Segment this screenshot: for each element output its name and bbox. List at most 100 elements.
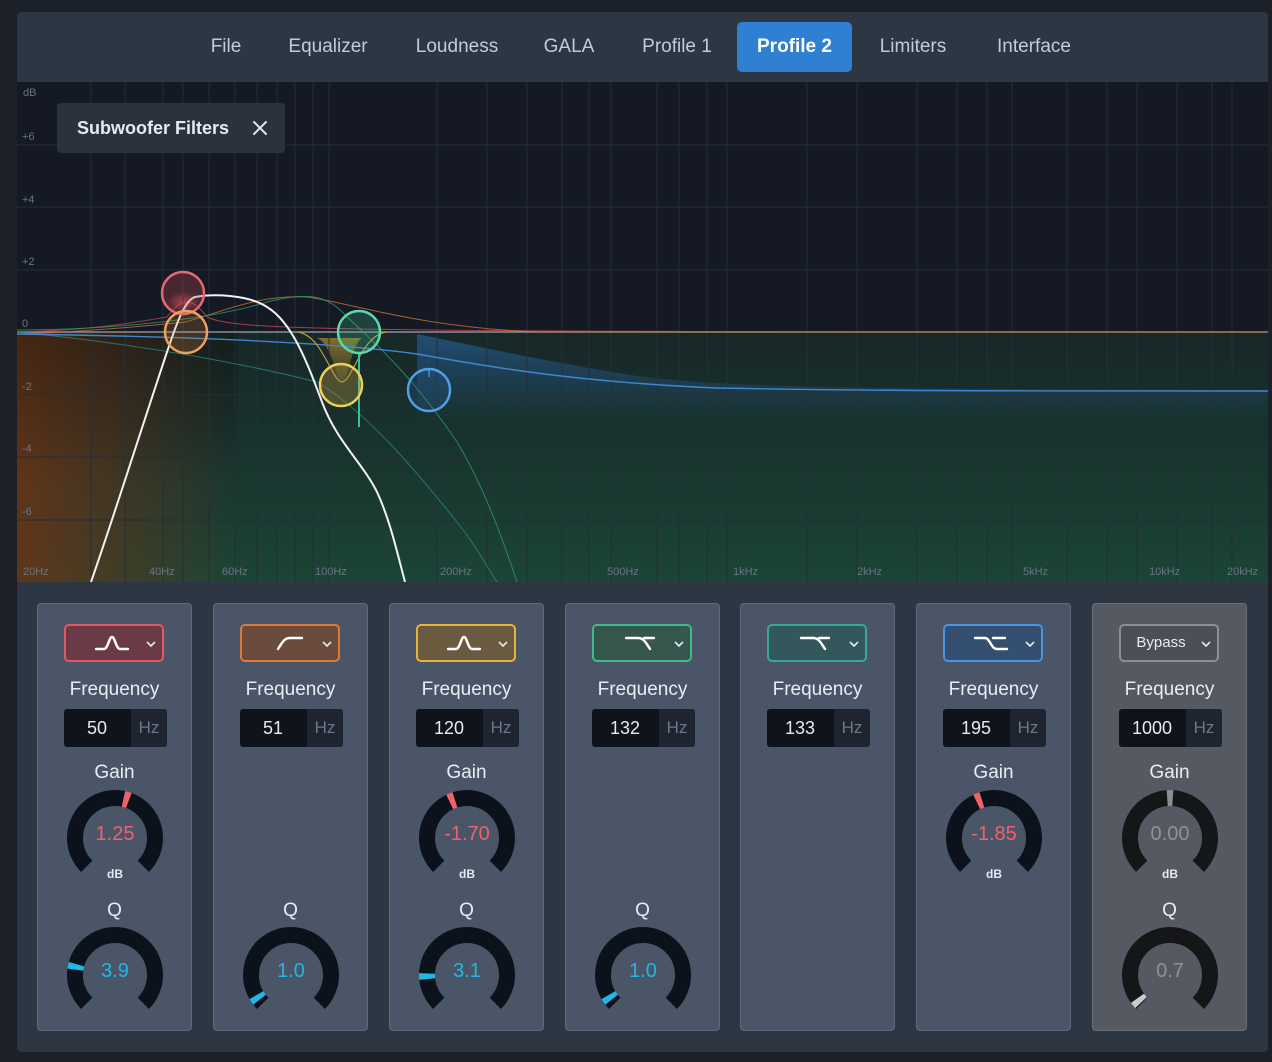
freq-tick-100hz: 100Hz [315, 566, 347, 578]
high-shelf-filter-icon [973, 636, 1009, 651]
bell-filter-icon [446, 635, 482, 651]
frequency-unit: Hz [131, 709, 167, 747]
tab-interface[interactable]: Interface [979, 22, 1089, 72]
tab-profile-2[interactable]: Profile 2 [737, 22, 852, 72]
filter-type-select[interactable] [767, 624, 867, 662]
chevron-down-icon [1025, 641, 1035, 648]
db-tick-4: +4 [22, 194, 35, 206]
chevron-down-icon [322, 641, 332, 648]
frequency-unit: Hz [834, 709, 870, 747]
gain-label: Gain [1149, 762, 1190, 783]
q-value: 1.0 [277, 960, 305, 982]
gain-value: 0.00 [1150, 823, 1190, 845]
tab-profile-1[interactable]: Profile 1 [627, 22, 727, 72]
frequency-field: 50 Hz [64, 709, 167, 747]
freq-tick-40hz: 40Hz [149, 566, 175, 578]
tab-file[interactable]: File [197, 22, 255, 72]
band-1-handle[interactable] [160, 270, 206, 316]
db-tick-6: +6 [22, 131, 35, 143]
frequency-unit: Hz [307, 709, 343, 747]
freq-tick-1khz: 1kHz [733, 566, 758, 578]
eq-response-graph[interactable]: dB +6 +4 +2 0 -2 -4 -6 20Hz 40Hz 60Hz 10… [17, 82, 1268, 582]
filter-band-3: Frequency 120 Hz Gain -1.70 dB Q 3.1 [389, 603, 544, 1031]
band-6-handle[interactable] [406, 367, 452, 413]
q-value: 3.9 [101, 960, 129, 982]
gain-knob[interactable]: 0.00 dB [1121, 789, 1219, 887]
frequency-field: 120 Hz [416, 709, 519, 747]
close-icon[interactable] [249, 117, 271, 139]
q-knob[interactable]: 0.7 [1121, 926, 1219, 1024]
gain-value: -1.70 [444, 823, 490, 845]
gain-unit: dB [459, 867, 475, 881]
frequency-label: Frequency [772, 679, 863, 700]
db-tick-m2: -2 [22, 381, 32, 393]
freq-tick-60hz: 60Hz [222, 566, 248, 578]
gain-knob[interactable]: 1.25 dB [66, 789, 164, 887]
chevron-down-icon [674, 641, 684, 648]
gain-knob[interactable]: -1.85 dB [945, 789, 1043, 887]
filter-type-select[interactable] [943, 624, 1043, 662]
app-window: File Equalizer Loudness GALA Profile 1 P… [17, 12, 1268, 1052]
gain-label: Gain [446, 762, 487, 783]
gain-label: Gain [94, 762, 135, 783]
freq-tick-5khz: 5kHz [1023, 566, 1048, 578]
frequency-field: 133 Hz [767, 709, 870, 747]
filter-band-4: Frequency 132 Hz Q 1.0 [565, 603, 720, 1031]
frequency-input[interactable]: 51 [240, 709, 306, 747]
filter-type-select[interactable]: Bypass [1119, 624, 1219, 662]
frequency-input[interactable]: 1000 [1119, 709, 1185, 747]
tab-equalizer[interactable]: Equalizer [275, 22, 381, 72]
chevron-down-icon [498, 641, 508, 648]
q-knob[interactable]: 3.1 [418, 926, 516, 1024]
freq-tick-10khz: 10kHz [1149, 566, 1180, 578]
freq-tick-20hz: 20Hz [23, 566, 49, 578]
band-2-handle[interactable] [163, 309, 209, 355]
freq-tick-200hz: 200Hz [440, 566, 472, 578]
frequency-input[interactable]: 133 [767, 709, 833, 747]
tab-loudness[interactable]: Loudness [402, 22, 512, 72]
frequency-input[interactable]: 120 [416, 709, 482, 747]
gain-knob[interactable]: -1.70 dB [418, 789, 516, 887]
frequency-field: 1000 Hz [1119, 709, 1222, 747]
band-4-handle[interactable] [336, 309, 382, 355]
filter-type-select[interactable] [240, 624, 340, 662]
frequency-label: Frequency [948, 679, 1039, 700]
filter-type-select[interactable] [64, 624, 164, 662]
band-3-handle[interactable] [318, 362, 364, 408]
filter-band-1: Frequency 50 Hz Gain 1.25 dB Q 3.9 [37, 603, 192, 1031]
q-knob[interactable]: 3.9 [66, 926, 164, 1024]
tab-bar: File Equalizer Loudness GALA Profile 1 P… [17, 12, 1268, 82]
gain-knob-indicator [121, 791, 132, 809]
q-knob[interactable]: 1.0 [242, 926, 340, 1024]
gain-knob-indicator [973, 792, 985, 810]
tab-gala[interactable]: GALA [532, 22, 606, 72]
gain-unit: dB [986, 867, 1002, 881]
frequency-input[interactable]: 132 [592, 709, 658, 747]
filter-type-select[interactable] [592, 624, 692, 662]
q-knob-indicator [601, 990, 618, 1005]
tab-limiters[interactable]: Limiters [867, 22, 959, 72]
frequency-label: Frequency [1124, 679, 1215, 700]
frequency-field: 51 Hz [240, 709, 343, 747]
db-tick-2: +2 [22, 256, 35, 268]
q-knob-indicator [249, 990, 266, 1005]
filter-band-7: Bypass Frequency 1000 Hz Gain 0.00 dB Q … [1092, 603, 1247, 1031]
db-tick-m6: -6 [22, 506, 32, 518]
gain-label: Gain [973, 762, 1014, 783]
db-tick-m4: -4 [22, 443, 32, 455]
frequency-unit: Hz [483, 709, 519, 747]
freq-tick-20khz: 20kHz [1227, 566, 1258, 578]
q-knob[interactable]: 1.0 [594, 926, 692, 1024]
low-pass-filter-icon [624, 636, 656, 651]
low-pass-filter-icon [799, 636, 831, 651]
frequency-field: 195 Hz [943, 709, 1046, 747]
high-pass-filter-icon [276, 636, 304, 651]
chevron-down-icon [849, 641, 859, 648]
q-label: Q [1162, 900, 1177, 921]
filter-type-select[interactable] [416, 624, 516, 662]
frequency-input[interactable]: 50 [64, 709, 130, 747]
subwoofer-filters-tag: Subwoofer Filters [57, 103, 285, 153]
frequency-unit: Hz [1010, 709, 1046, 747]
bell-filter-icon [94, 635, 130, 651]
frequency-input[interactable]: 195 [943, 709, 1009, 747]
